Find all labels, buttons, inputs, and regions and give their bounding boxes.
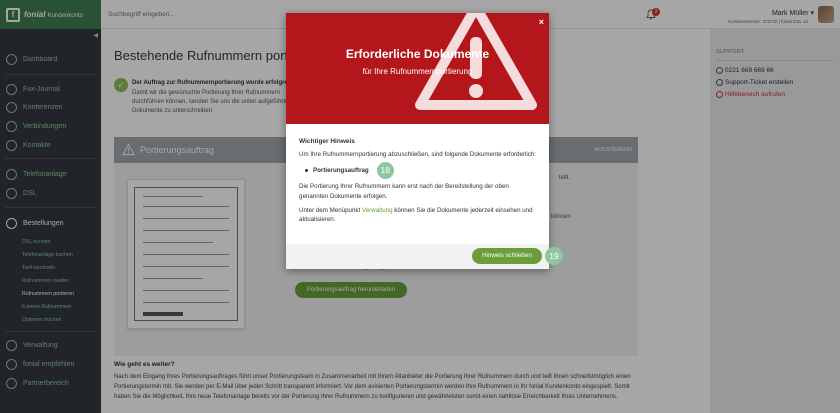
modal-paragraph: Die Portierung Ihrer Rufnummern kann ers… (299, 183, 509, 200)
list-item: Portierungsauftrag 18 (305, 162, 539, 180)
modal-text: Unter dem Menüpunkt (299, 206, 362, 214)
modal-paragraph: Unter dem Menüpunkt Verwaltung können Si… (299, 206, 539, 224)
modal-dialog: × Erforderliche Dokumente für Ihre Rufnu… (286, 13, 549, 269)
verwaltung-link[interactable]: Verwaltung (362, 207, 393, 214)
step-badge: 18 (376, 162, 394, 180)
close-icon[interactable]: × (539, 17, 544, 27)
bullet-icon (305, 169, 308, 173)
warning-icon (415, 13, 537, 110)
modal-intro: Um Ihre Rufnummernportierung abzuschließ… (299, 151, 536, 159)
step-badge: 19 (545, 247, 563, 265)
modal-heading: Wichtiger Hinweis (299, 138, 355, 145)
modal-footer: Hinweis schließen (286, 244, 549, 269)
modal-body: Wichtiger Hinweis Um Ihre Rufnummernport… (299, 137, 539, 224)
modal-header: × Erforderliche Dokumente für Ihre Rufnu… (286, 13, 549, 124)
close-hint-button[interactable]: Hinweis schließen (472, 248, 542, 264)
modal-title: Erforderliche Dokumente (345, 47, 490, 61)
modal-subtitle: für Ihre Rufnummernportierung (362, 67, 473, 76)
list-item-label: Portierungsauftrag (313, 167, 369, 175)
